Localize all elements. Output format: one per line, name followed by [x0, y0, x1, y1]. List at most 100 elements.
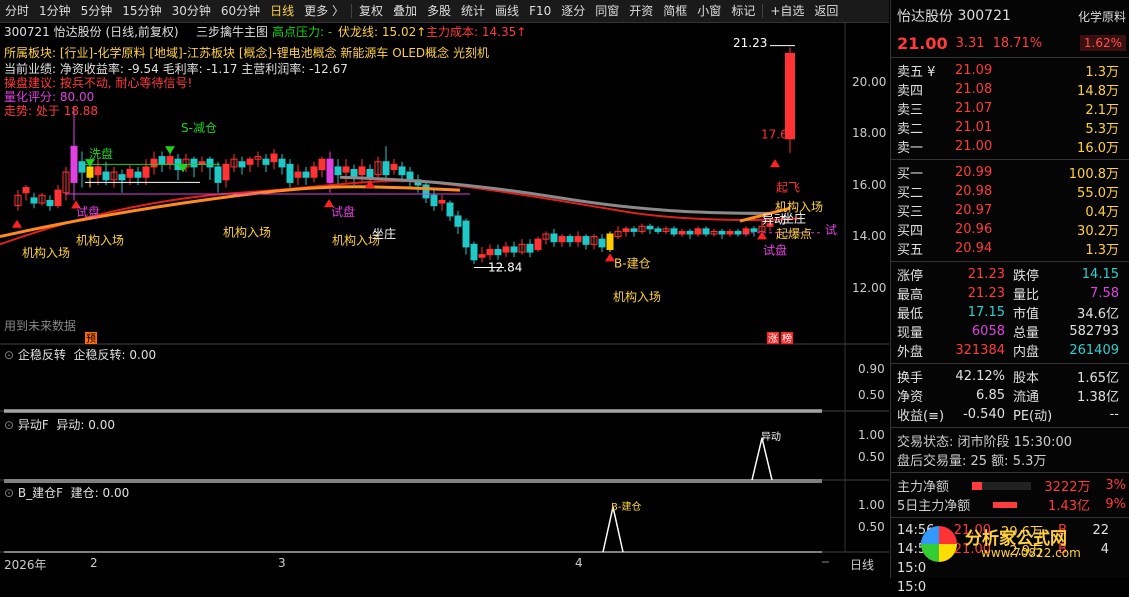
future-data-note: 用到未来数据	[4, 319, 77, 333]
toolbar-item-4[interactable]: 30分钟	[167, 0, 216, 22]
candle-body-88	[718, 230, 726, 235]
toolbar-item-7[interactable]: 更多 〉	[299, 0, 349, 22]
bid-row-4: 买四 20.96 30.2万	[897, 222, 1119, 239]
candle-body-40	[334, 166, 342, 176]
toolbar-item-19[interactable]: 标记	[726, 0, 760, 22]
kline-chart[interactable]: 洗盘S-减仓试盘 试盘试盘机构入场机构入场机构入场机构入场机构入场机构入场坐庄B-…	[0, 22, 889, 578]
toolbar-item-18[interactable]: 小窗	[692, 0, 726, 22]
trend-line: 走势: 处于 18.88	[4, 102, 98, 119]
x-axis-mark-3: 3	[278, 556, 286, 570]
bid-book: 买一 20.99 100.8万 买二 20.98 55.0万 买三 20.97 0.4万 买四 20…	[891, 163, 1129, 258]
toolbar-item-1[interactable]: 1分钟	[34, 0, 76, 22]
candle-body-17	[150, 158, 158, 168]
signal-up-6	[770, 159, 780, 168]
ma-gray-line	[339, 175, 771, 215]
bid-row-5: 买五 20.94 1.3万	[897, 241, 1119, 258]
toolbar-item-16[interactable]: 开资	[624, 0, 658, 22]
candle-body-8	[78, 161, 86, 173]
candle-body-49	[406, 171, 414, 181]
signal-up-1	[12, 219, 22, 228]
candle-body-92	[750, 228, 758, 232]
trend-value: 18.88	[63, 104, 99, 118]
label-wash: 洗盘	[89, 146, 113, 161]
candle-body-59	[486, 248, 494, 256]
x-axis-period[interactable]: 日线	[850, 556, 874, 573]
panel3-title: ⊙ B_建仓F 建仓: 0.00	[4, 486, 130, 500]
trend-label: 走势: 处于	[4, 104, 60, 118]
candle-body-68	[558, 236, 566, 243]
toolbar-item-2[interactable]: 5分钟	[76, 0, 118, 22]
toolbar-item-9[interactable]: 叠加	[388, 0, 422, 22]
signal-down-2	[165, 146, 175, 155]
candle-body-48	[398, 166, 406, 176]
candle-body-74	[606, 233, 614, 250]
candle-body-14	[126, 169, 134, 178]
toolbar-item-0[interactable]: 分时	[0, 0, 34, 22]
toolbar-item-13[interactable]: F10	[524, 0, 556, 22]
toolbar-item-12[interactable]: 画线	[490, 0, 524, 22]
toolbar-item-10[interactable]: 多股	[422, 0, 456, 22]
candle-body-26	[222, 163, 230, 181]
pressure-label: 高点压力: -	[272, 25, 333, 39]
label-sit-2: 坐庄	[782, 210, 806, 225]
candle-body-46	[382, 161, 390, 176]
toolbar-item-11[interactable]: 统计	[456, 0, 490, 22]
candle-body-70	[574, 236, 582, 243]
candle-body-18	[158, 156, 166, 165]
x-axis-mark-2: 2	[90, 556, 98, 570]
candle-body-37	[310, 166, 318, 178]
candle-body-89	[726, 230, 734, 235]
candle-body-77	[630, 228, 638, 232]
candle-body-9	[86, 166, 94, 178]
sector-line: 所属板块: [行业]-化学原料 [地域]-江苏板块 [概念]-锂电池概念 新能源…	[4, 46, 489, 60]
label-inst-5: 机构入场	[613, 289, 661, 304]
toolbar-item-21[interactable]: 返回	[809, 0, 843, 22]
label-edge-trial: 试	[825, 222, 837, 237]
candle-body-56	[462, 220, 470, 248]
label-sit: 坐庄	[372, 226, 396, 241]
panel3-tick-b: 0.50	[858, 520, 885, 534]
trade-status: 交易状态: 闭市阶段 15:30:00	[897, 435, 1073, 450]
toolbar-item-6[interactable]: 日线	[265, 0, 299, 22]
toolbar-item-8[interactable]: 复权	[354, 0, 388, 22]
candle-body-32	[270, 153, 278, 163]
quote-header: 怡达股份 300721 化学原料	[891, 0, 1129, 32]
tag-bang: 榜	[782, 332, 792, 345]
candle-body-52	[430, 194, 438, 207]
stats-block: 涨停 21.23 跌停 14.15 最高 21.23 量比 7.58 最低 17.15 市值 34.6…	[891, 265, 1129, 360]
candle-body-62	[510, 246, 518, 253]
toolbar-item-5[interactable]: 60分钟	[216, 0, 265, 22]
toolbar-item-14[interactable]: 逐分	[556, 0, 590, 22]
panel2-tick-a: 1.00	[858, 428, 885, 442]
toolbar-item-15[interactable]: 同窗	[590, 0, 624, 22]
candle-body-90	[734, 230, 742, 235]
toolbar-item-20[interactable]: +自选	[765, 0, 809, 22]
stat-row-0: 涨停 21.23 跌停 14.15	[897, 267, 1119, 284]
logo-icon	[921, 526, 957, 562]
candle-body-55	[454, 215, 462, 227]
candle-body-82	[670, 228, 678, 235]
candle-body-73	[598, 238, 606, 248]
candle-body-11	[102, 171, 110, 181]
five-day-flow-bar	[993, 501, 1017, 508]
industry-tag[interactable]: 化学原料	[1078, 8, 1126, 25]
candle-body-7	[70, 145, 78, 183]
candle-body-39	[326, 158, 334, 183]
toolbar-item-3[interactable]: 15分钟	[117, 0, 166, 22]
panel2-spike-label: 异动	[761, 431, 781, 443]
fin-block: 换手 42.12% 股本 1.65亿 净资 6.85 流通 1.38亿 收益(≡) -0.540 P…	[891, 367, 1129, 424]
candle-body-67	[550, 233, 558, 243]
toolbar-item-17[interactable]: 简框	[658, 0, 692, 22]
formula-name[interactable]: 三步擒牛主图	[196, 23, 268, 40]
label-inst-2: 机构入场	[76, 232, 124, 247]
last-price: 21.00	[897, 33, 948, 53]
candle-body-43	[358, 166, 366, 176]
chart-area[interactable]: 洗盘 S-减仓 试盘 试盘 试盘 机构入场 机构入场 机构入场 机构入场 机构入场 机构入场 坐庄 B-…	[0, 22, 889, 578]
candle-body-16	[142, 166, 150, 178]
label-reduce: S-减仓	[181, 121, 217, 135]
ask-row-1: 卖一 21.00 16.0万	[897, 139, 1119, 156]
y-tick-14: 14.00	[852, 229, 887, 243]
candle-body-76	[622, 228, 630, 232]
quote-price-row: 21.00 3.31 18.71% 1.62%	[891, 32, 1129, 54]
fin-row-2: 收益(≡) -0.540 PE(动) --	[897, 407, 1119, 424]
